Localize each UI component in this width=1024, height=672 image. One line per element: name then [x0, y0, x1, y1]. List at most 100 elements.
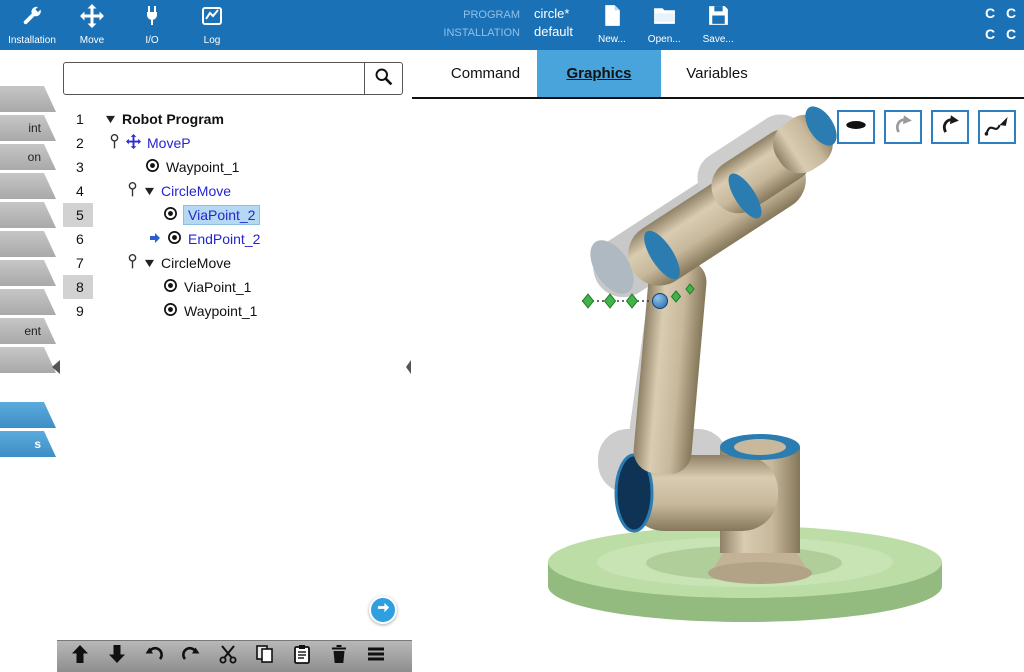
nav-installation-label: Installation	[8, 35, 56, 46]
move-icon	[80, 4, 104, 33]
left-strip-tab[interactable]: on	[0, 144, 56, 170]
robot-arm	[614, 106, 837, 584]
line-number: 4	[76, 183, 84, 199]
search-icon	[373, 66, 394, 92]
arrow-right-icon	[376, 600, 391, 620]
suppress-icon	[366, 644, 386, 669]
tree-row[interactable]: 2 MoveP	[63, 131, 408, 155]
tree-node-label: MoveP	[147, 135, 191, 151]
tree-node-label: Waypoint_1	[184, 303, 258, 319]
redo-icon	[181, 644, 201, 669]
waypoint-diamond[interactable]	[603, 293, 617, 309]
tcp-sphere[interactable]	[652, 293, 668, 309]
save-file-icon	[706, 3, 731, 33]
copy-icon	[255, 644, 275, 669]
nav-io[interactable]: I/O	[122, 0, 182, 50]
redo-button[interactable]	[180, 646, 202, 668]
rotate-view-secondary-button[interactable]	[884, 110, 922, 144]
waypoint-icon	[167, 230, 182, 248]
open-program-label: Open...	[647, 34, 681, 45]
tree-row[interactable]: 8 ViaPoint_1	[63, 275, 408, 299]
search-input[interactable]	[64, 63, 364, 94]
left-strip-tab[interactable]	[0, 86, 56, 112]
corner-letter: C	[1005, 26, 1017, 42]
copy-button[interactable]	[254, 644, 276, 669]
save-program-button[interactable]: Save...	[703, 3, 734, 45]
robot-3d-view[interactable]	[412, 99, 1024, 672]
tab-command[interactable]: Command	[434, 50, 537, 97]
tree-row[interactable]: 7 CircleMove	[63, 251, 408, 275]
left-strip-tab[interactable]	[0, 173, 56, 199]
nav-installation[interactable]: Installation	[2, 0, 62, 50]
waypoint-diamond[interactable]	[581, 293, 595, 309]
left-strip-tab[interactable]	[0, 202, 56, 228]
paste-button[interactable]	[291, 645, 313, 668]
open-program-button[interactable]: Open...	[648, 3, 681, 45]
tree-row[interactable]: 9 Waypoint_1	[63, 299, 408, 323]
caret-down-icon[interactable]	[105, 111, 116, 127]
program-search-box	[63, 62, 403, 95]
move-command-icon	[126, 134, 141, 152]
nav-move[interactable]: Move	[62, 0, 122, 50]
tree-node-label: ViaPoint_2	[182, 205, 261, 225]
left-strip-tab[interactable]: ent	[0, 318, 56, 344]
caret-down-icon[interactable]	[144, 255, 155, 271]
flat-view-button[interactable]	[837, 110, 875, 144]
program-name: circle*	[534, 6, 570, 21]
tree-row-selected[interactable]: 5 ViaPoint_2	[63, 203, 408, 227]
corner-letter: C	[984, 26, 996, 42]
program-edit-toolbar	[57, 640, 412, 672]
trajectory-view-button[interactable]	[978, 110, 1016, 144]
suppress-button[interactable]	[365, 646, 387, 668]
tree-row[interactable]: 1 Robot Program	[63, 107, 408, 131]
move-down-button[interactable]	[106, 644, 128, 669]
tab-variables[interactable]: Variables	[661, 50, 773, 97]
search-button[interactable]	[364, 63, 402, 94]
tree-row[interactable]: 4 CircleMove	[63, 179, 408, 203]
splitter-left-handle[interactable]	[49, 357, 62, 377]
waypoint-icon	[163, 278, 178, 296]
left-strip-tab[interactable]	[0, 347, 56, 373]
new-program-button[interactable]: New...	[598, 3, 626, 45]
left-strip-tab[interactable]	[0, 289, 56, 315]
line-number: 5	[63, 203, 93, 227]
line-number: 6	[76, 231, 84, 247]
tree-node-label: Waypoint_1	[166, 159, 240, 175]
move-up-icon	[70, 644, 90, 669]
program-info: PROGRAM circle* INSTALLATION default	[428, 6, 573, 39]
installation-icon	[20, 4, 44, 33]
log-icon	[200, 4, 224, 33]
flat-view-icon	[841, 112, 871, 143]
tree-row[interactable]: 3 Waypoint_1	[63, 155, 408, 179]
left-strip-tab[interactable]	[0, 231, 56, 257]
save-program-label: Save...	[702, 34, 734, 45]
open-file-icon	[652, 3, 677, 33]
line-number: 3	[76, 159, 84, 175]
graphics-view	[412, 99, 1024, 672]
move-up-button[interactable]	[69, 644, 91, 669]
installation-label: INSTALLATION	[443, 27, 520, 39]
undo-button[interactable]	[143, 646, 165, 668]
new-program-label: New...	[598, 34, 626, 45]
tab-graphics[interactable]: Graphics	[537, 50, 661, 97]
nav-log-label: Log	[203, 35, 221, 46]
move-down-icon	[107, 644, 127, 669]
caret-down-icon[interactable]	[144, 183, 155, 199]
left-strip-tab[interactable]: int	[0, 115, 56, 141]
tree-collapse-pin-icon[interactable]	[127, 253, 138, 273]
left-strip-tab[interactable]	[0, 260, 56, 286]
left-strip-tab-active[interactable]: s	[0, 431, 56, 457]
tree-collapse-pin-icon[interactable]	[127, 181, 138, 201]
tree-node-label: EndPoint_2	[188, 231, 261, 247]
delete-button[interactable]	[328, 645, 350, 668]
nav-move-label: Move	[79, 35, 105, 46]
tree-row[interactable]: 6 EndPoint_2	[63, 227, 408, 251]
left-strip-tab-active[interactable]	[0, 402, 56, 428]
io-icon	[140, 4, 164, 33]
rotate-view-button[interactable]	[931, 110, 969, 144]
nav-log[interactable]: Log	[182, 0, 242, 50]
cut-button[interactable]	[217, 645, 239, 668]
corner-indicators: C C C C	[981, 4, 1020, 43]
tree-collapse-pin-icon[interactable]	[109, 133, 120, 153]
next-step-button[interactable]	[369, 596, 397, 624]
